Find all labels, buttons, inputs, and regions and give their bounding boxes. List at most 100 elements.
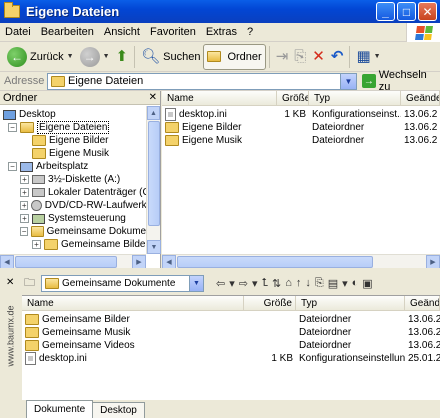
tree-item-eigene-musik[interactable]: Eigene Musik: [0, 147, 160, 160]
scroll-thumb[interactable]: [148, 121, 160, 226]
up-button[interactable]: ⬆: [113, 44, 132, 70]
scroll-up-icon[interactable]: ▲: [147, 106, 160, 120]
chevron-down-icon[interactable]: ▼: [189, 275, 203, 291]
tree-item-label: Arbeitsplatz: [36, 161, 89, 172]
refresh-icon[interactable]: ▣: [360, 277, 374, 290]
chevron-down-icon[interactable]: ▾: [227, 277, 237, 290]
new-folder-icon[interactable]: ⌂: [283, 277, 294, 289]
scroll-left-icon[interactable]: ◀: [0, 255, 14, 269]
back-label: Zurück: [30, 50, 64, 63]
menu-datei[interactable]: Datei: [0, 26, 36, 38]
chevron-down-icon[interactable]: ▾: [340, 277, 350, 290]
folder-icon: [32, 148, 46, 159]
column-type[interactable]: Typ: [309, 91, 401, 105]
move-to-button[interactable]: ⇥: [273, 44, 292, 70]
undo-button[interactable]: ↶: [328, 44, 347, 70]
close-pane-icon[interactable]: ✕: [149, 92, 157, 103]
folder-view-icon[interactable]: 🗀︎: [22, 274, 37, 293]
list-item[interactable]: Gemeinsame Videos Dateiordner 13.06.2005…: [22, 339, 440, 352]
scroll-left-icon[interactable]: ◀: [162, 255, 176, 269]
list-item[interactable]: Gemeinsame Musik Dateiordner 13.06.2005 …: [22, 326, 440, 339]
folder-icon: [165, 121, 179, 133]
collapse-icon[interactable]: −: [8, 123, 17, 132]
column-size[interactable]: Größe: [277, 91, 309, 105]
tree-item-drive-c[interactable]: + Lokaler Datenträger (C:): [0, 186, 160, 199]
collapse-icon[interactable]: −: [8, 162, 17, 171]
chevron-down-icon[interactable]: ▼: [374, 53, 381, 60]
column-name[interactable]: Name: [162, 91, 277, 105]
menu-help[interactable]: ?: [242, 26, 258, 38]
list-item[interactable]: desktop.ini 1 KB Konfigurationseinstellu…: [22, 352, 440, 365]
expand-icon[interactable]: +: [32, 240, 41, 249]
go-button[interactable]: → Wechseln zu: [362, 69, 440, 93]
back-arrow-icon[interactable]: ⇦: [214, 277, 227, 290]
files-horizontal-scrollbar[interactable]: ◀ ▶: [162, 254, 440, 269]
sort-icon[interactable]: ⇅: [270, 277, 283, 290]
delete-button[interactable]: ✕: [309, 44, 328, 70]
search-button[interactable]: 🔍︎ Suchen: [138, 44, 203, 70]
close-pane-icon[interactable]: ✕: [6, 277, 14, 288]
file-list: desktop.ini 1 KB Konfigurationseinst... …: [162, 106, 440, 147]
folders-horizontal-scrollbar[interactable]: ◀ ▶: [0, 254, 146, 269]
forward-button[interactable]: → ▼: [77, 44, 113, 70]
tree-item-eigene-bilder[interactable]: Eigene Bilder: [0, 134, 160, 147]
expand-icon[interactable]: +: [20, 188, 29, 197]
menu-ansicht[interactable]: Ansicht: [99, 26, 145, 38]
scroll-right-icon[interactable]: ▶: [132, 255, 146, 269]
chevron-down-icon[interactable]: ▼: [103, 53, 110, 60]
expand-icon[interactable]: +: [20, 175, 29, 184]
column-date[interactable]: Geändert am: [405, 296, 440, 310]
tree-item-drive-d[interactable]: + DVD/CD-RW-Laufwerk (D: [0, 199, 160, 212]
file-date: 13.06.2005 1: [408, 314, 440, 325]
scroll-down-icon[interactable]: ▼: [147, 240, 161, 254]
views-icon[interactable]: ▤: [326, 277, 340, 290]
list-item[interactable]: desktop.ini 1 KB Konfigurationseinst... …: [162, 108, 440, 121]
tree-item-gemeinsame-dokumente[interactable]: − Gemeinsame Dokumente: [0, 225, 160, 238]
copy-icon[interactable]: ⎘: [313, 277, 326, 290]
menu-bearbeiten[interactable]: Bearbeiten: [36, 26, 99, 38]
folders-button[interactable]: Ordner: [203, 43, 266, 70]
column-size[interactable]: Größe: [244, 296, 296, 310]
bottom-tabs: Dokumente Desktop: [22, 400, 440, 418]
folders-vertical-scrollbar[interactable]: ▲ ▼: [146, 106, 161, 254]
forward-arrow-icon[interactable]: ⇨: [237, 277, 250, 290]
tree-item-floppy[interactable]: + 3½-Diskette (A:): [0, 173, 160, 186]
tab-desktop[interactable]: Desktop: [92, 402, 145, 418]
scroll-right-icon[interactable]: ▶: [426, 255, 440, 269]
properties-icon[interactable]: ◐: [350, 277, 361, 289]
tree-item-desktop[interactable]: Desktop: [0, 108, 160, 121]
tree-item-systemsteuerung[interactable]: + Systemsteuerung: [0, 212, 160, 225]
menu-favoriten[interactable]: Favoriten: [145, 26, 201, 38]
chevron-down-icon[interactable]: ▼: [67, 53, 74, 60]
column-date[interactable]: Geände: [401, 91, 440, 105]
tree-item-eigene-dateien[interactable]: − Eigene Dateien: [0, 121, 160, 134]
move-down-icon[interactable]: ↓: [303, 277, 313, 289]
close-button[interactable]: ✕: [418, 2, 437, 21]
collapse-icon[interactable]: −: [20, 227, 29, 236]
minimize-button[interactable]: _: [376, 2, 395, 21]
column-name[interactable]: Name: [22, 296, 244, 310]
menu-extras[interactable]: Extras: [201, 26, 242, 38]
tree-item-arbeitsplatz[interactable]: − Arbeitsplatz: [0, 160, 160, 173]
column-type[interactable]: Typ: [296, 296, 405, 310]
folder-up-icon[interactable]: ⮤: [260, 277, 271, 290]
scroll-thumb[interactable]: [177, 256, 373, 268]
expand-icon[interactable]: +: [20, 214, 29, 223]
tree-item-gemeinsame-bilder[interactable]: + Gemeinsame Bilder: [0, 238, 160, 251]
maximize-button[interactable]: □: [397, 2, 416, 21]
scroll-thumb[interactable]: [15, 256, 117, 268]
chevron-down-icon[interactable]: ▾: [250, 277, 260, 290]
back-button[interactable]: ← Zurück ▼: [4, 44, 77, 70]
chevron-down-icon[interactable]: ▼: [340, 73, 357, 89]
folder-icon: [25, 339, 39, 351]
tab-dokumente[interactable]: Dokumente: [26, 400, 94, 418]
views-button[interactable]: ▦ ▼: [353, 44, 383, 70]
expand-icon[interactable]: +: [20, 201, 29, 210]
list-item[interactable]: Eigene Musik Dateiordner 13.06.2: [162, 134, 440, 147]
list-item[interactable]: Gemeinsame Bilder Dateiordner 13.06.2005…: [22, 313, 440, 326]
move-up-icon[interactable]: ↑: [294, 277, 304, 289]
address-field[interactable]: Eigene Dateien ▼: [47, 72, 358, 90]
copy-to-button[interactable]: ⎘: [291, 44, 309, 70]
list-item[interactable]: Eigene Bilder Dateiordner 13.06.2: [162, 121, 440, 134]
lower-address-field[interactable]: Gemeinsame Dokumente ▼: [41, 274, 204, 292]
